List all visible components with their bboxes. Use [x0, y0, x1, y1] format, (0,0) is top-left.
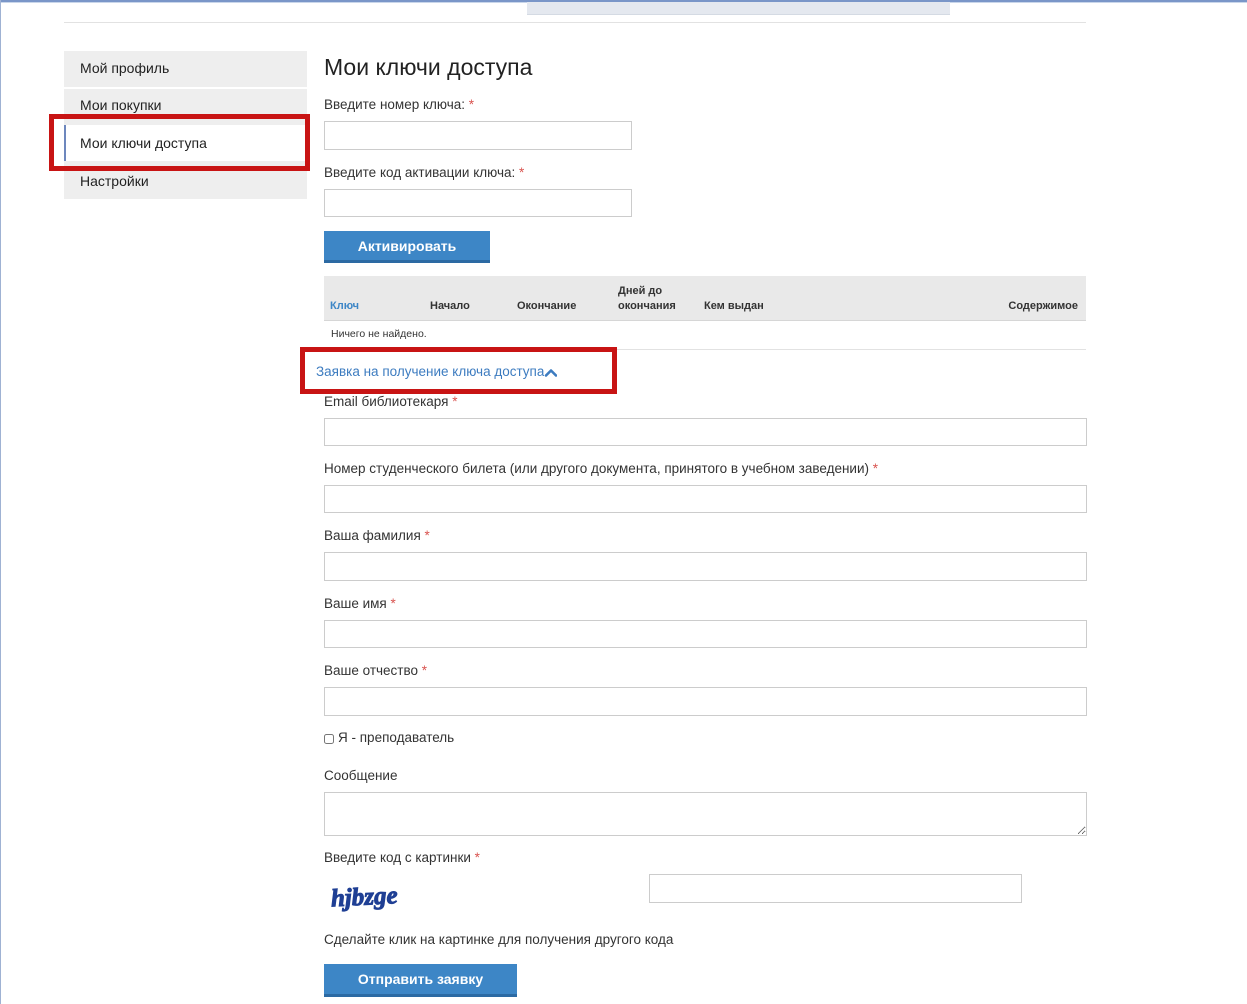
activate-button[interactable]: Активировать — [324, 231, 490, 263]
window-left-border — [0, 0, 1, 1004]
key-number-input[interactable] — [324, 121, 632, 150]
sidebar-item-purchases[interactable]: Мои покупки — [64, 88, 307, 123]
captcha-label-text: Введите код с картинки — [324, 850, 475, 865]
student-id-label: Номер студенческого билета (или другого … — [324, 461, 878, 476]
column-header-content: Содержимое — [1008, 300, 1078, 312]
last-name-input[interactable] — [324, 552, 1087, 581]
middle-name-input[interactable] — [324, 687, 1087, 716]
activation-code-label-text: Введите код активации ключа: — [324, 165, 520, 180]
captcha-text: hjbzge — [330, 882, 398, 912]
activation-code-label: Введите код активации ключа: * — [324, 165, 524, 180]
librarian-email-label-text: Email библиотекаря — [324, 394, 453, 409]
required-asterisk: * — [872, 461, 879, 476]
required-asterisk: * — [424, 528, 430, 543]
access-key-request-toggle-label: Заявка на получение ключа доступа — [316, 364, 545, 379]
librarian-email-input[interactable] — [324, 418, 1087, 446]
column-header-days-left-line1: Дней до — [618, 285, 663, 297]
table-empty-message: Ничего не найдено. — [331, 328, 427, 340]
message-label: Сообщение — [324, 768, 398, 783]
column-header-issued-by: Кем выдан — [704, 300, 764, 312]
table-bottom-divider — [324, 349, 1086, 350]
first-name-input[interactable] — [324, 620, 1087, 648]
teacher-checkbox-label[interactable]: Я - преподаватель — [338, 730, 454, 745]
column-header-key[interactable]: Ключ — [330, 300, 359, 313]
last-name-label-text: Ваша фамилия — [324, 528, 425, 543]
first-name-label: Ваше имя * — [324, 596, 396, 611]
teacher-checkbox[interactable] — [324, 734, 334, 744]
access-key-request-toggle[interactable]: Заявка на получение ключа доступа — [316, 364, 558, 379]
top-tab-strip — [527, 2, 950, 15]
required-asterisk: * — [421, 663, 428, 678]
sidebar-item-profile[interactable]: Мой профиль — [64, 51, 307, 86]
required-asterisk: * — [474, 850, 480, 865]
header-divider — [64, 22, 1086, 23]
first-name-label-text: Ваше имя — [324, 596, 391, 611]
student-id-label-text: Номер студенческого билета (или другого … — [324, 461, 873, 476]
captcha-label: Введите код с картинки * — [324, 850, 480, 865]
captcha-image[interactable]: hjbzge — [330, 879, 404, 913]
captcha-refresh-hint: Сделайте клик на картинке для получения … — [324, 932, 674, 947]
page-title: Мои ключи доступа — [324, 54, 533, 80]
account-sidebar: Мой профиль Мои покупки Мои ключи доступ… — [64, 51, 307, 199]
captcha-input[interactable] — [649, 874, 1022, 903]
required-asterisk: * — [390, 596, 396, 611]
activation-code-input[interactable] — [324, 189, 632, 217]
last-name-label: Ваша фамилия * — [324, 528, 430, 543]
submit-request-button[interactable]: Отправить заявку — [324, 964, 517, 997]
column-header-days-left-line2: окончания — [618, 300, 676, 312]
middle-name-label: Ваше отчество * — [324, 663, 427, 678]
column-header-start: Начало — [430, 300, 470, 312]
required-asterisk: * — [519, 165, 525, 180]
keys-table-header: Ключ Начало Окончание Дней до окончания … — [324, 276, 1086, 321]
key-number-label-text: Введите номер ключа: — [324, 97, 469, 112]
student-id-input[interactable] — [324, 485, 1087, 513]
sidebar-item-settings[interactable]: Настройки — [64, 164, 307, 199]
sidebar-item-access-keys[interactable]: Мои ключи доступа — [64, 125, 307, 161]
message-textarea[interactable] — [324, 792, 1087, 836]
chevron-up-icon — [545, 369, 558, 377]
required-asterisk: * — [468, 97, 475, 112]
librarian-email-label: Email библиотекаря * — [324, 394, 457, 409]
required-asterisk: * — [452, 394, 458, 409]
column-header-end: Окончание — [517, 300, 577, 312]
key-number-label: Введите номер ключа: * — [324, 97, 474, 112]
middle-name-label-text: Ваше отчество — [324, 663, 422, 678]
